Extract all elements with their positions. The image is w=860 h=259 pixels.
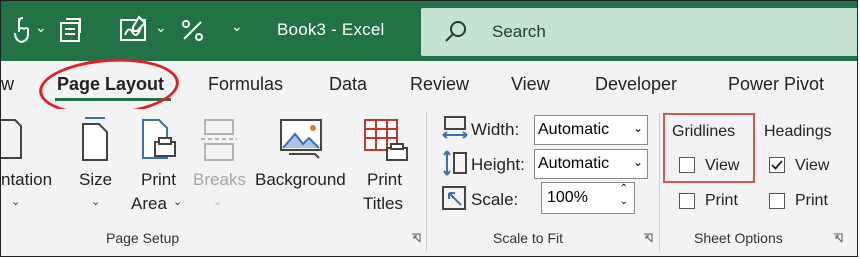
tab-formulas[interactable]: Formulas [208, 74, 283, 95]
title-bar: ⌄ ⌄ ⌄ Book3 - Excel Search [1, 1, 857, 61]
width-icon [442, 116, 468, 139]
width-value: Automatic [538, 121, 610, 138]
orientation-icon[interactable] [1, 118, 23, 162]
tab-view-partial[interactable]: w [1, 74, 14, 95]
background-label[interactable]: Background [255, 170, 346, 190]
search-icon [445, 21, 466, 42]
tab-developer[interactable]: Developer [595, 74, 677, 95]
breaks-icon [201, 119, 237, 161]
orientation-label[interactable]: ntation [1, 170, 52, 190]
tab-power-pivot[interactable]: Power Pivot [728, 74, 824, 95]
height-icon [443, 150, 467, 176]
scale-to-fit-group-label: Scale to Fit [493, 230, 564, 246]
gridlines-print-label[interactable]: Print [705, 192, 738, 210]
percent-style-icon[interactable] [179, 17, 207, 45]
scale-label: Scale: [471, 190, 519, 209]
background-icon[interactable] [279, 116, 325, 162]
tab-review[interactable]: Review [410, 74, 469, 95]
chevron-down-icon[interactable]: ⌄ [173, 195, 182, 208]
print-titles-label-line2[interactable]: Titles [363, 194, 403, 214]
page-setup-launcher-icon[interactable] [411, 233, 421, 243]
width-label: Width: [471, 120, 520, 139]
annotation-highlight-box [663, 113, 755, 183]
sheet-options-launcher-icon[interactable] [833, 233, 843, 243]
chevron-down-icon[interactable]: ⌄ [155, 19, 167, 36]
height-dropdown[interactable]: Automatic ⌄ [534, 149, 648, 179]
print-area-label-line2[interactable]: Area [131, 194, 167, 214]
sheet-options-group-label: Sheet Options [694, 230, 783, 246]
tab-data[interactable]: Data [329, 74, 367, 95]
customize-qat-icon[interactable]: ⌄ [231, 18, 243, 35]
group-separator [426, 113, 427, 251]
chevron-down-icon[interactable]: ⌄ [35, 19, 47, 36]
scale-value: 100% [547, 189, 588, 206]
tab-view[interactable]: View [511, 74, 550, 95]
print-titles-label-line1[interactable]: Print [367, 170, 402, 190]
chevron-down-icon[interactable]: ⌄ [91, 195, 100, 208]
touch-mode-icon[interactable] [11, 15, 31, 45]
signature-icon[interactable] [119, 15, 149, 45]
size-icon[interactable] [79, 116, 111, 164]
chevron-down-icon: ⌄ [632, 121, 643, 135]
breaks-label: Breaks [193, 170, 246, 189]
headings-print-label[interactable]: Print [795, 192, 828, 210]
form-icon[interactable] [57, 17, 85, 45]
scale-to-fit-launcher-icon[interactable] [643, 233, 653, 243]
search-box[interactable]: Search [421, 8, 857, 56]
headings-view-checkbox[interactable] [769, 157, 785, 173]
checkmark-icon [771, 160, 783, 170]
scale-icon [442, 186, 466, 210]
chevron-down-icon: ⌄ [632, 155, 643, 169]
print-area-icon[interactable] [139, 116, 181, 164]
height-label: Height: [471, 155, 525, 174]
size-label[interactable]: Size [79, 170, 112, 190]
width-dropdown[interactable]: Automatic ⌄ [534, 115, 648, 145]
headings-view-label[interactable]: View [795, 157, 829, 175]
print-area-label-line1[interactable]: Print [141, 170, 176, 190]
height-value: Automatic [538, 155, 610, 172]
headings-header: Headings [764, 123, 832, 140]
headings-print-checkbox[interactable] [769, 193, 785, 209]
chevron-down-icon[interactable]: ⌄ [11, 195, 20, 208]
spin-up-icon[interactable]: ⌃ [620, 183, 628, 194]
scale-spinner[interactable]: 100% ⌃ ⌄ [541, 182, 635, 214]
print-titles-icon[interactable] [363, 118, 409, 164]
group-separator [659, 113, 660, 251]
excel-window: ⌄ ⌄ ⌄ Book3 - Excel Search w Page Layout… [0, 0, 858, 257]
gridlines-print-checkbox[interactable] [679, 193, 695, 209]
search-label: Search [492, 22, 546, 41]
chevron-down-icon: ⌄ [213, 196, 223, 208]
page-setup-group-label: Page Setup [106, 230, 180, 246]
window-title: Book3 - Excel [277, 20, 385, 39]
spin-down-icon[interactable]: ⌄ [620, 196, 628, 207]
